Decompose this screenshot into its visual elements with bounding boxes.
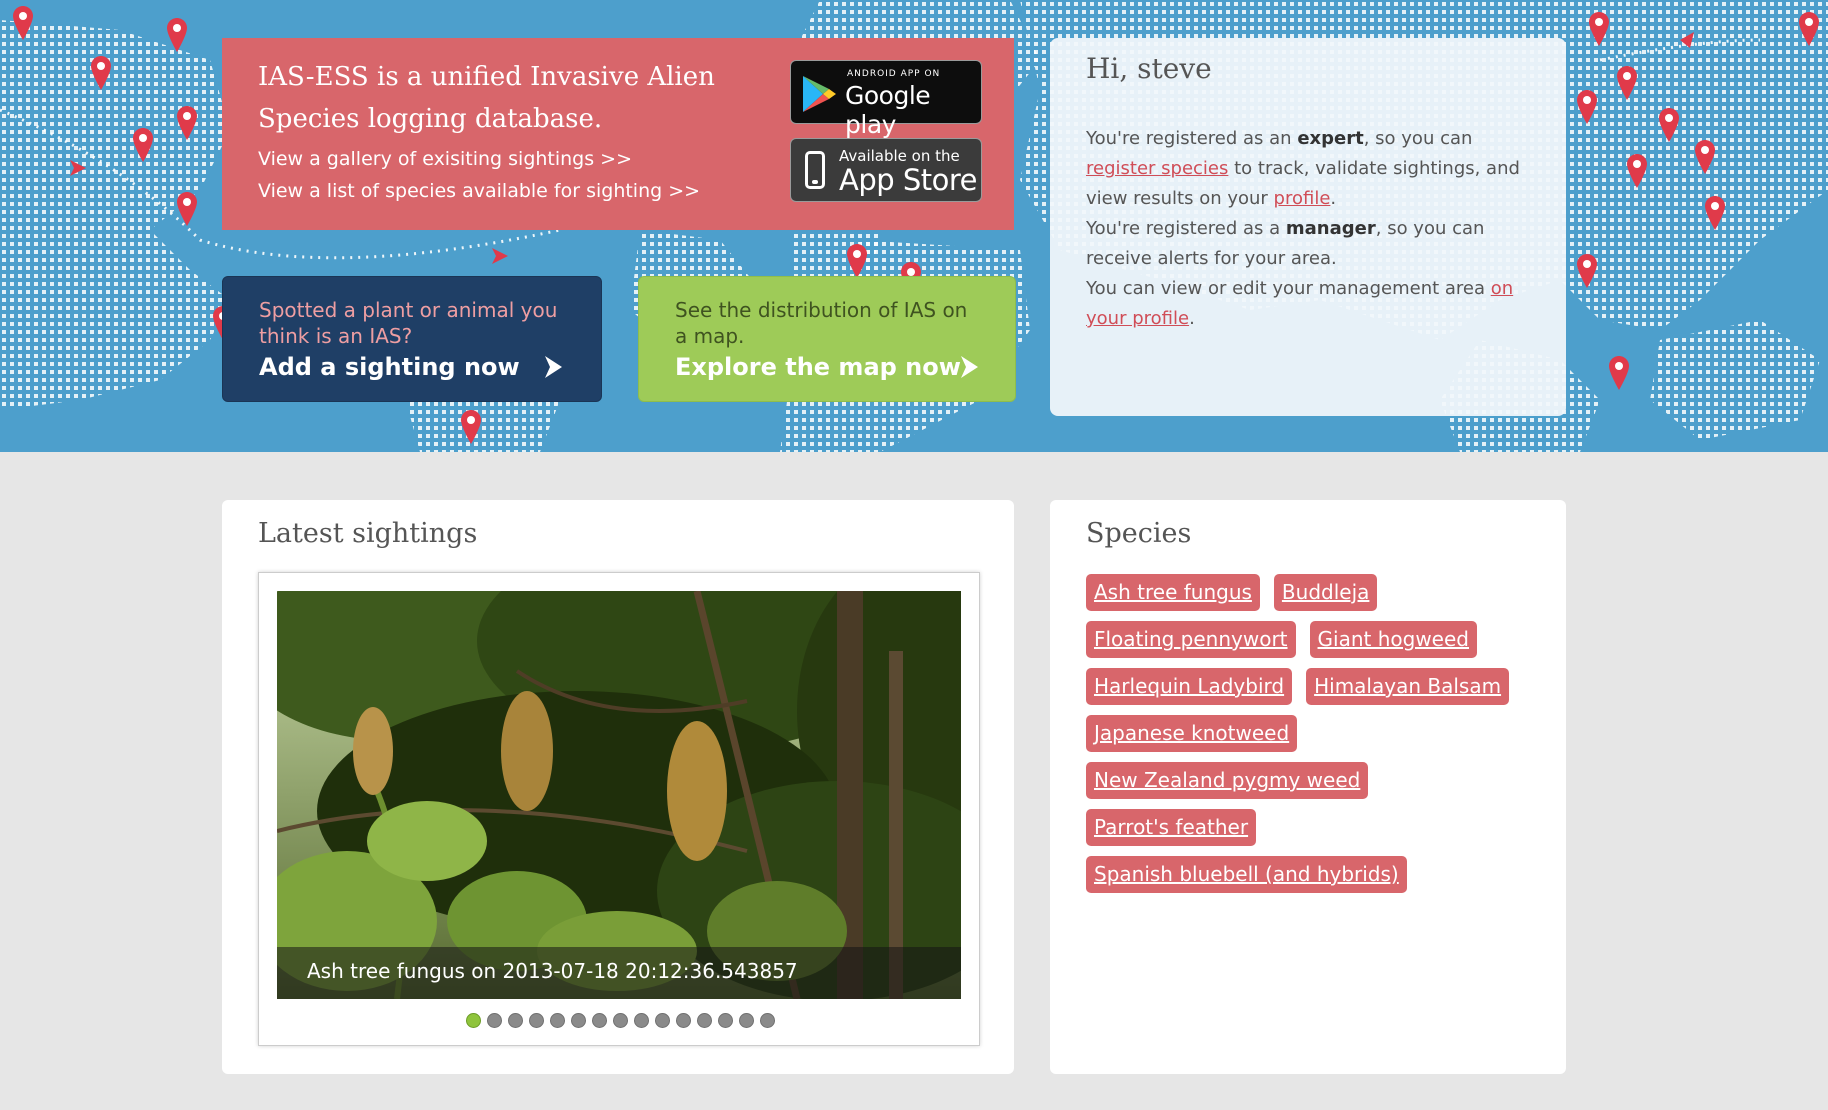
species-tag-row: Ash tree fungus Buddleja xyxy=(1086,574,1526,621)
species-tag-row: New Zealand pygmy weed xyxy=(1086,762,1526,809)
intro-panel: IAS-ESS is a unified Invasive Alien Spec… xyxy=(222,38,1014,230)
role-text: . xyxy=(1330,188,1337,209)
species-title: Species xyxy=(1086,518,1192,549)
profile-link[interactable]: profile xyxy=(1274,188,1331,209)
carousel-pagination xyxy=(259,1013,981,1029)
add-sighting-label: Add a sighting now xyxy=(259,353,520,381)
carousel-dot[interactable] xyxy=(528,1013,544,1028)
role-text: , so you can xyxy=(1363,128,1473,149)
user-greeting: Hi, steve xyxy=(1086,52,1212,85)
intro-title: IAS-ESS is a unified Invasive Alien Spec… xyxy=(258,62,715,134)
latest-sightings-title: Latest sightings xyxy=(258,518,478,549)
species-card: Species Ash tree fungus Buddleja Floating … xyxy=(1050,500,1566,1074)
role-text: You're registered as an xyxy=(1086,128,1298,149)
role-text: You're registered as a xyxy=(1086,218,1286,239)
manager-role: manager xyxy=(1285,218,1376,239)
species-tag-row: Floating pennywort Giant hogweed xyxy=(1086,621,1526,668)
google-play-small-text: ANDROID APP ON xyxy=(847,69,941,79)
species-tag[interactable]: Himalayan Balsam xyxy=(1306,668,1510,705)
latest-sightings-card: Latest sightings Ash tree fungus on 2013… xyxy=(222,500,1014,1074)
arrow-right-icon xyxy=(545,356,562,378)
hero-map-banner: IAS-ESS is a unified Invasive Alien Spec… xyxy=(0,0,1828,452)
explore-map-button[interactable]: See the distribution of IAS on a map. Ex… xyxy=(638,276,1016,402)
google-play-icon xyxy=(803,76,836,112)
species-tag[interactable]: Ash tree fungus xyxy=(1086,574,1260,611)
arrow-right-icon xyxy=(961,356,978,378)
user-welcome-panel: Hi, steve You're registered as an expert… xyxy=(1050,38,1566,416)
species-tag[interactable]: Harlequin Ladybird xyxy=(1086,668,1293,705)
add-sighting-button[interactable]: Spotted a plant or animal you think is a… xyxy=(222,276,602,402)
google-play-badge[interactable]: ANDROID APP ON Google play xyxy=(790,60,982,139)
carousel-dot[interactable] xyxy=(738,1013,754,1028)
gallery-link[interactable]: View a gallery of exisiting sightings >> xyxy=(258,148,632,170)
species-tag[interactable]: Japanese knotweed xyxy=(1086,715,1298,752)
carousel-dot[interactable] xyxy=(507,1013,523,1028)
carousel-dot[interactable] xyxy=(549,1013,565,1028)
carousel-dot[interactable] xyxy=(612,1013,628,1028)
carousel-dot[interactable] xyxy=(759,1013,775,1028)
explore-map-prompt: See the distribution of IAS on a map. xyxy=(675,298,968,348)
expert-role: expert xyxy=(1297,128,1364,149)
species-tag-row: Japanese knotweed xyxy=(1086,715,1526,762)
species-tag-row: Spanish bluebell (and hybrids) xyxy=(1086,856,1526,903)
carousel-dot[interactable] xyxy=(591,1013,607,1028)
role-text: . xyxy=(1189,308,1195,329)
species-tag[interactable]: Giant hogweed xyxy=(1309,621,1477,658)
species-tag[interactable]: Floating pennywort xyxy=(1086,621,1296,658)
carousel-dot[interactable] xyxy=(654,1013,670,1028)
carousel-dot[interactable] xyxy=(570,1013,586,1028)
sighting-caption: Ash tree fungus on 2013-07-18 20:12:36.5… xyxy=(277,947,961,999)
add-sighting-prompt: Spotted a plant or animal you think is a… xyxy=(259,298,558,348)
carousel-dot[interactable] xyxy=(696,1013,712,1028)
role-text: You can view or edit your management are… xyxy=(1086,278,1491,299)
app-store-badge[interactable]: Available on the App Store xyxy=(790,138,982,202)
explore-map-label: Explore the map now xyxy=(675,353,961,381)
species-tag-row: Parrot's feather xyxy=(1086,809,1526,856)
app-store-big-text: App Store xyxy=(839,163,978,197)
species-tag[interactable]: Parrot's feather xyxy=(1086,809,1257,846)
user-role-info: You're registered as an expert, so you c… xyxy=(1086,124,1546,334)
species-list-link[interactable]: View a list of species available for sig… xyxy=(258,180,700,202)
google-play-big-text: Google play xyxy=(845,81,931,139)
register-species-link[interactable]: register species xyxy=(1086,158,1228,179)
sightings-carousel[interactable]: Ash tree fungus on 2013-07-18 20:12:36.5… xyxy=(258,572,980,1046)
carousel-dot[interactable] xyxy=(717,1013,733,1028)
carousel-dot[interactable] xyxy=(465,1013,481,1028)
sighting-photo[interactable]: Ash tree fungus on 2013-07-18 20:12:36.5… xyxy=(277,591,961,999)
carousel-dot[interactable] xyxy=(486,1013,502,1028)
carousel-dot[interactable] xyxy=(675,1013,691,1028)
sighting-caption-text: Ash tree fungus on 2013-07-18 20:12:36.5… xyxy=(307,959,798,983)
species-tag[interactable]: New Zealand pygmy weed xyxy=(1086,762,1369,799)
species-tag-list: Ash tree fungus Buddleja Floating pennywor… xyxy=(1086,574,1526,903)
phone-icon xyxy=(805,151,825,189)
sighting-image xyxy=(277,591,961,999)
species-tag[interactable]: Spanish bluebell (and hybrids) xyxy=(1086,856,1407,893)
carousel-dot[interactable] xyxy=(633,1013,649,1028)
species-tag[interactable]: Buddleja xyxy=(1273,574,1378,611)
species-tag-row: Harlequin Ladybird Himalayan Balsam xyxy=(1086,668,1526,715)
